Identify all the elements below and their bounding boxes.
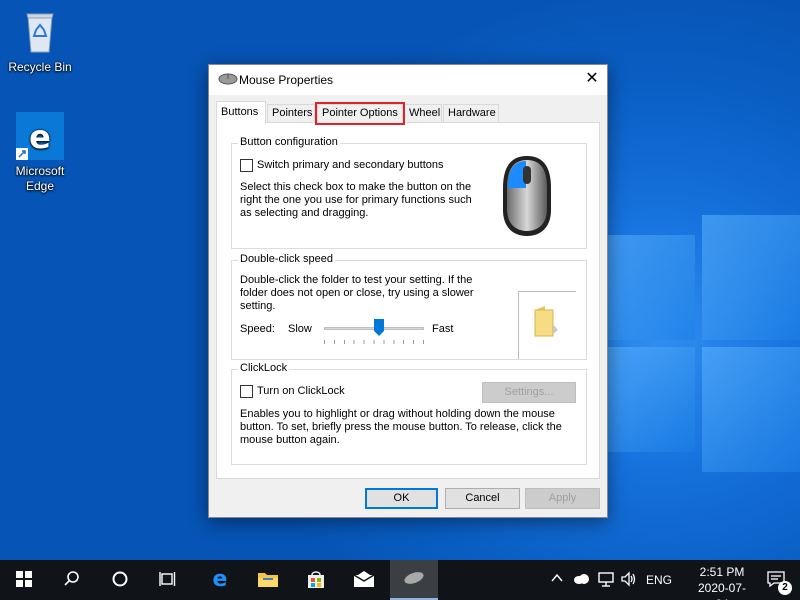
search-button[interactable] [48,560,96,600]
desktop-icon-label: Recycle Bin [8,60,72,74]
slider-thumb[interactable] [374,319,384,336]
slow-label: Slow [288,323,312,335]
cortana-icon [111,570,129,591]
test-folder-box[interactable] [518,291,576,359]
taskbar: e ENG 2:51 PM 2020-07-24 [0,560,800,600]
task-view-button[interactable] [144,560,192,600]
task-view-icon [159,570,177,591]
store-icon [306,569,326,592]
taskbar-edge[interactable]: e [196,560,244,600]
mouse-icon [218,73,238,85]
mouse-icon [402,571,426,588]
double-click-speed-slider[interactable] [324,317,424,347]
tab-buttons[interactable]: Buttons [216,101,266,124]
double-click-desc-2: folder does not open or close, try using… [240,287,474,299]
mouse-illustration-icon [500,154,554,238]
desktop-icon-recycle-bin[interactable]: Recycle Bin [5,8,75,75]
action-center-button[interactable]: 2 [752,560,800,600]
clicklock-desc-3: mouse button again. [240,434,340,446]
language-indicator[interactable]: ENG [646,571,672,589]
tab-hardware[interactable]: Hardware [443,104,499,123]
chevron-up-icon[interactable] [548,571,566,589]
edge-icon: e [16,112,64,160]
title-bar[interactable]: Mouse Properties ✕ [209,65,607,95]
mail-icon [353,570,375,591]
tab-pointer-options[interactable]: Pointer Options [315,102,405,125]
double-click-desc-1: Double-click the folder to test your set… [240,274,473,286]
switch-buttons-checkbox[interactable] [240,159,253,172]
network-icon[interactable] [597,571,615,589]
svg-text:e: e [29,118,51,156]
dialog-title: Mouse Properties [239,73,334,87]
group-legend: ClickLock [238,362,290,374]
mouse-properties-dialog: Mouse Properties ✕ Buttons Pointers Poin… [208,64,608,518]
button-config-desc-1: Select this check box to make the button… [240,181,472,193]
clock[interactable]: 2:51 PM 2020-07-24 [692,564,752,600]
taskbar-store[interactable] [292,560,340,600]
clicklock-desc-2: button. To set, briefly press the mouse … [240,421,562,433]
clock-time: 2:51 PM [699,565,745,579]
button-config-desc-2: right the one you use for primary functi… [240,194,472,206]
clicklock-checkbox[interactable] [240,385,253,398]
clicklock-group: ClickLock Turn on ClickLock Settings... … [231,362,587,465]
taskbar-mail[interactable] [340,560,388,600]
clicklock-settings-button[interactable]: Settings... [482,382,576,403]
ok-button[interactable]: OK [365,488,438,509]
taskbar-file-explorer[interactable] [244,560,292,600]
apply-button[interactable]: Apply [525,488,600,509]
fast-label: Fast [432,323,454,335]
windows-start-icon [16,570,32,590]
notification-count-badge: 2 [778,580,792,595]
search-icon [63,570,81,591]
start-button[interactable] [0,560,48,600]
clicklock-label[interactable]: Turn on ClickLock [257,385,345,398]
cancel-button[interactable]: Cancel [445,488,520,509]
clock-date: 2020-07-24 [697,581,747,600]
double-click-desc-3: setting. [240,300,276,312]
taskbar-mouse-properties[interactable] [390,560,438,600]
group-legend: Button configuration [238,136,340,148]
tab-pointers[interactable]: Pointers [267,104,315,123]
desktop-icon-edge[interactable]: e Microsoft Edge [5,112,75,194]
double-click-speed-group: Double-click speed Double-click the fold… [231,253,587,360]
speed-label: Speed: [240,323,275,335]
slider-ticks [324,340,424,344]
button-config-desc-3: as selecting and dragging. [240,207,369,219]
clicklock-desc-1: Enables you to highlight or drag without… [240,408,555,420]
switch-buttons-label[interactable]: Switch primary and secondary buttons [257,159,443,172]
notification-icon: 2 [766,570,792,595]
edge-icon: e [209,567,231,593]
svg-text:e: e [213,568,228,590]
button-configuration-group: Button configuration Switch primary and … [231,136,587,249]
tab-wheel[interactable]: Wheel [404,104,442,123]
desktop-icon-label: Microsoft Edge [15,164,65,193]
recycle-bin-icon [16,8,64,56]
close-button[interactable]: ✕ [577,65,607,95]
tab-panel-buttons: Button configuration Switch primary and … [216,122,600,479]
cortana-button[interactable] [96,560,144,600]
onedrive-cloud-icon[interactable] [572,571,590,589]
volume-icon[interactable] [620,571,638,589]
group-legend: Double-click speed [238,253,335,265]
folder-icon[interactable] [531,304,561,341]
folder-icon [257,570,279,591]
windows-logo-wallpaper [600,215,800,515]
